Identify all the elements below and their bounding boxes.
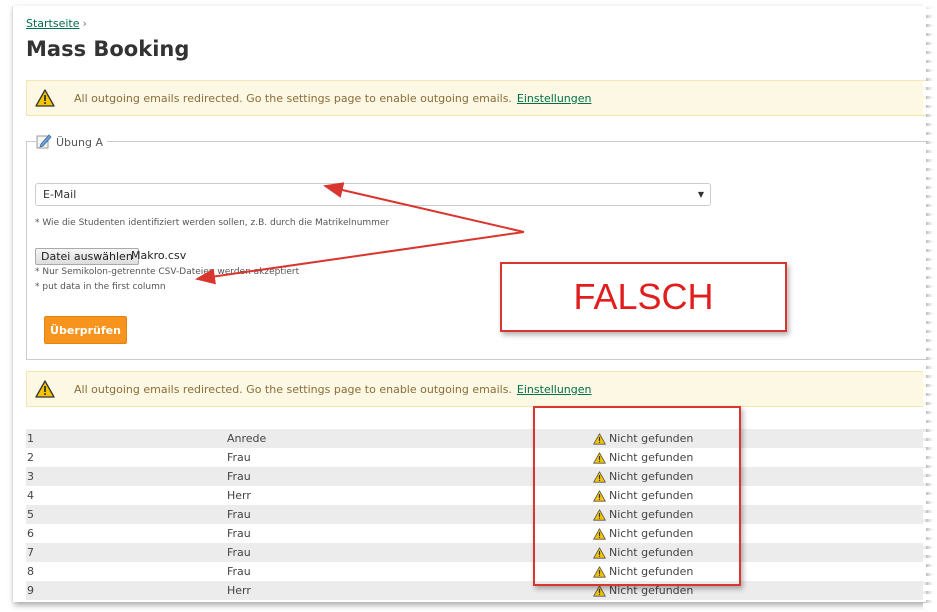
table-row: 5 Frau Nicht gefunden: [26, 505, 926, 524]
identifier-select[interactable]: E-Mail ▼: [35, 183, 711, 206]
file-choose-button[interactable]: Datei auswählen: [35, 248, 139, 265]
row-number: 7: [27, 546, 34, 559]
row-number: 8: [27, 565, 34, 578]
table-row: 8 Frau Nicht gefunden: [26, 562, 926, 581]
row-number: 2: [27, 451, 34, 464]
edit-icon: [36, 134, 52, 149]
chevron-down-icon: ▼: [697, 190, 704, 199]
alert-banner-top: All outgoing emails redirected. Go the s…: [26, 80, 926, 116]
status-highlight-box: [533, 406, 741, 586]
check-button[interactable]: Überprüfen: [44, 316, 127, 344]
row-number: 1: [27, 432, 34, 445]
file-name: Makro.csv: [131, 249, 187, 262]
file-hint-column: * put data in the first column: [35, 282, 166, 292]
table-row: 3 Frau Nicht gefunden: [26, 467, 926, 486]
row-number: 9: [27, 584, 34, 597]
breadcrumb: Startseite ›: [26, 17, 87, 30]
warning-icon: [593, 584, 606, 597]
row-number: 5: [27, 508, 34, 521]
falsch-annotation: FALSCH: [500, 262, 787, 332]
breadcrumb-home-link[interactable]: Startseite: [26, 17, 80, 30]
table-row: 7 Frau Nicht gefunden: [26, 543, 926, 562]
row-number: 3: [27, 470, 34, 483]
identifier-hint: * Wie die Studenten identifiziert werden…: [35, 218, 390, 228]
booking-form: Übung A E-Mail ▼ * Wie die Studenten ide…: [26, 133, 926, 360]
torn-edge: [923, 0, 937, 612]
table-row: 6 Frau Nicht gefunden: [26, 524, 926, 543]
row-number: 4: [27, 489, 34, 502]
table-row: 1 Anrede Nicht gefunden: [26, 429, 926, 448]
alert-message: All outgoing emails redirected. Go the s…: [74, 382, 512, 396]
form-legend: Übung A: [36, 133, 107, 149]
settings-link[interactable]: Einstellungen: [517, 383, 592, 396]
results-table: 1 Anrede Nicht gefunden 2 Frau Nicht gefunden…: [26, 429, 926, 600]
page-title: Mass Booking: [26, 37, 190, 61]
settings-link[interactable]: Einstellungen: [517, 92, 592, 105]
warning-icon: [35, 89, 55, 107]
file-hint-csv: * Nur Semikolon-getrennte CSV-Dateien we…: [35, 267, 300, 277]
identifier-select-value: E-Mail: [43, 188, 77, 201]
table-row: 2 Frau Nicht gefunden: [26, 448, 926, 467]
alert-message: All outgoing emails redirected. Go the s…: [74, 91, 512, 105]
table-row: 9 Herr Nicht gefunden: [26, 581, 926, 600]
row-number: 6: [27, 527, 34, 540]
form-legend-label: Übung A: [56, 136, 103, 149]
breadcrumb-separator: ›: [82, 17, 87, 30]
table-row: 4 Herr Nicht gefunden: [26, 486, 926, 505]
screenshot-paper: Startseite › Mass Booking All outgoing em…: [12, 6, 926, 602]
alert-banner-bottom: All outgoing emails redirected. Go the s…: [26, 371, 926, 407]
warning-icon: [35, 380, 55, 398]
